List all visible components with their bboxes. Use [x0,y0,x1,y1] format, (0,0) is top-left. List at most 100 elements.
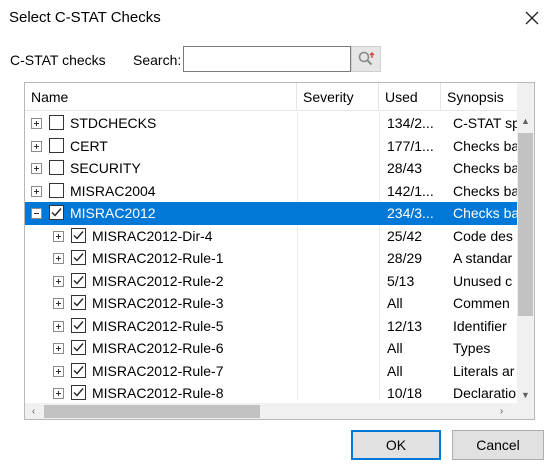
expand-icon[interactable] [53,388,64,399]
collapse-icon[interactable] [31,208,42,219]
column-header-name[interactable]: Name [25,83,297,111]
checkmark-icon [73,253,84,262]
row-name: STDCHECKS [70,115,157,131]
checkmark-icon [73,320,84,330]
tree-row[interactable]: SECURITY 28/43 Checks ba [25,157,518,180]
row-synopsis: Commen [453,295,510,311]
vertical-scroll-thumb[interactable] [518,133,533,316]
checks-label: C-STAT checks [10,52,106,68]
row-checkbox[interactable] [71,317,86,333]
expand-icon[interactable] [53,298,64,309]
search-icon [358,51,375,66]
scroll-right-arrow-icon[interactable]: › [493,403,510,419]
tree-row[interactable]: MISRAC2012-Rule-3 All Commen [25,292,518,315]
tree-row[interactable]: CERT 177/1... Checks ba [25,134,518,158]
checks-tree[interactable]: Name Severity Used Synopsis STDCHECKS 134… [24,82,535,420]
row-used: 5/13 [387,272,415,289]
row-checkbox[interactable] [49,205,64,220]
expand-icon[interactable] [53,365,64,377]
row-name: MISRAC2012-Rule-1 [92,250,224,266]
expand-icon[interactable] [53,320,64,332]
column-divider [297,179,298,202]
row-severity [303,382,377,400]
column-header-synopsis[interactable]: Synopsis [441,83,521,111]
tree-row[interactable]: MISRAC2012-Rule-5 12/13 Identifier [25,314,518,337]
tree-row[interactable]: MISRAC2012-Rule-8 10/18 Declaratio [25,382,518,400]
row-name: MISRAC2012 [70,205,156,221]
ok-button[interactable]: OK [351,430,441,460]
scrollbar-corner [519,403,534,419]
row-severity [303,360,377,383]
column-divider [379,112,380,135]
tree-row[interactable]: MISRAC2012-Rule-1 28/29 A standar [25,247,518,270]
row-name: MISRAC2012-Dir-4 [92,227,213,244]
scroll-up-arrow-icon[interactable]: ▲ [517,112,534,129]
scroll-down-arrow-icon[interactable]: ▼ [517,386,534,403]
checkmark-icon [73,275,84,285]
checkmark-icon [73,298,84,307]
row-used: 177/1... [387,137,434,154]
search-label: Search: [133,52,182,68]
row-used: 234/3... [387,205,434,221]
tree-row[interactable]: MISRAC2012-Rule-2 5/13 Unused c [25,269,518,292]
tree-row[interactable]: STDCHECKS 134/2... C-STAT sp [25,112,518,135]
row-severity [303,292,377,315]
row-used: 142/1... [387,182,434,199]
row-synopsis: Checks ba [453,182,518,199]
expand-icon[interactable] [31,140,42,152]
row-synopsis: Checks ba [453,205,518,221]
row-checkbox[interactable] [71,227,86,243]
column-divider [379,269,380,292]
row-checkbox[interactable] [71,362,86,378]
row-name: MISRAC2012-Rule-5 [92,317,224,334]
row-synopsis: Declaratio [453,385,517,400]
column-divider [379,337,380,360]
expand-icon[interactable] [31,118,42,129]
row-used: All [387,362,403,379]
row-checkbox[interactable] [71,295,86,310]
search-input[interactable] [183,46,351,72]
tree-row[interactable]: MISRAC2012 234/3... Checks ba [25,202,518,225]
scroll-left-arrow-icon[interactable]: ‹ [25,403,42,419]
column-header-used[interactable]: Used [379,83,441,111]
close-button[interactable] [514,2,550,34]
tree-row[interactable]: MISRAC2012-Dir-4 25/42 Code des [25,224,518,247]
column-divider [297,202,298,225]
row-checkbox[interactable] [49,182,64,198]
tree-row[interactable]: MISRAC2004 142/1... Checks ba [25,179,518,202]
row-checkbox[interactable] [49,115,64,130]
row-used: All [387,295,403,311]
tree-row[interactable]: MISRAC2012-Rule-6 All Types [25,337,518,360]
checkmark-icon [73,230,84,240]
row-checkbox[interactable] [71,340,86,355]
column-divider [379,134,380,157]
horizontal-scrollbar[interactable]: ‹ › [25,403,519,419]
column-divider [297,314,298,337]
row-synopsis: Unused c [453,272,513,289]
row-name: MISRAC2012-Rule-3 [92,295,224,311]
expand-icon[interactable] [53,343,64,354]
search-button[interactable] [351,46,381,72]
row-checkbox[interactable] [71,385,86,400]
row-checkbox[interactable] [71,272,86,288]
row-severity [303,135,377,158]
tree-row[interactable]: MISRAC2012-Rule-7 All Literals ar [25,359,518,383]
row-severity [303,157,377,180]
expand-icon[interactable] [53,275,64,287]
horizontal-scroll-thumb[interactable] [44,405,260,418]
column-divider [297,247,298,270]
row-checkbox[interactable] [71,250,86,265]
row-used: 10/18 [387,385,423,400]
expand-icon[interactable] [31,185,42,197]
vertical-scrollbar[interactable]: ▲ ▼ [517,83,534,403]
column-divider [297,112,298,135]
expand-icon[interactable] [31,163,42,174]
cancel-button[interactable]: Cancel [452,430,544,460]
expand-icon[interactable] [53,230,64,242]
column-header-severity[interactable]: Severity [297,83,379,111]
expand-icon[interactable] [53,253,64,264]
row-checkbox[interactable] [49,137,64,153]
row-checkbox[interactable] [49,160,64,175]
row-used: 25/42 [387,227,423,244]
column-divider [297,337,298,360]
